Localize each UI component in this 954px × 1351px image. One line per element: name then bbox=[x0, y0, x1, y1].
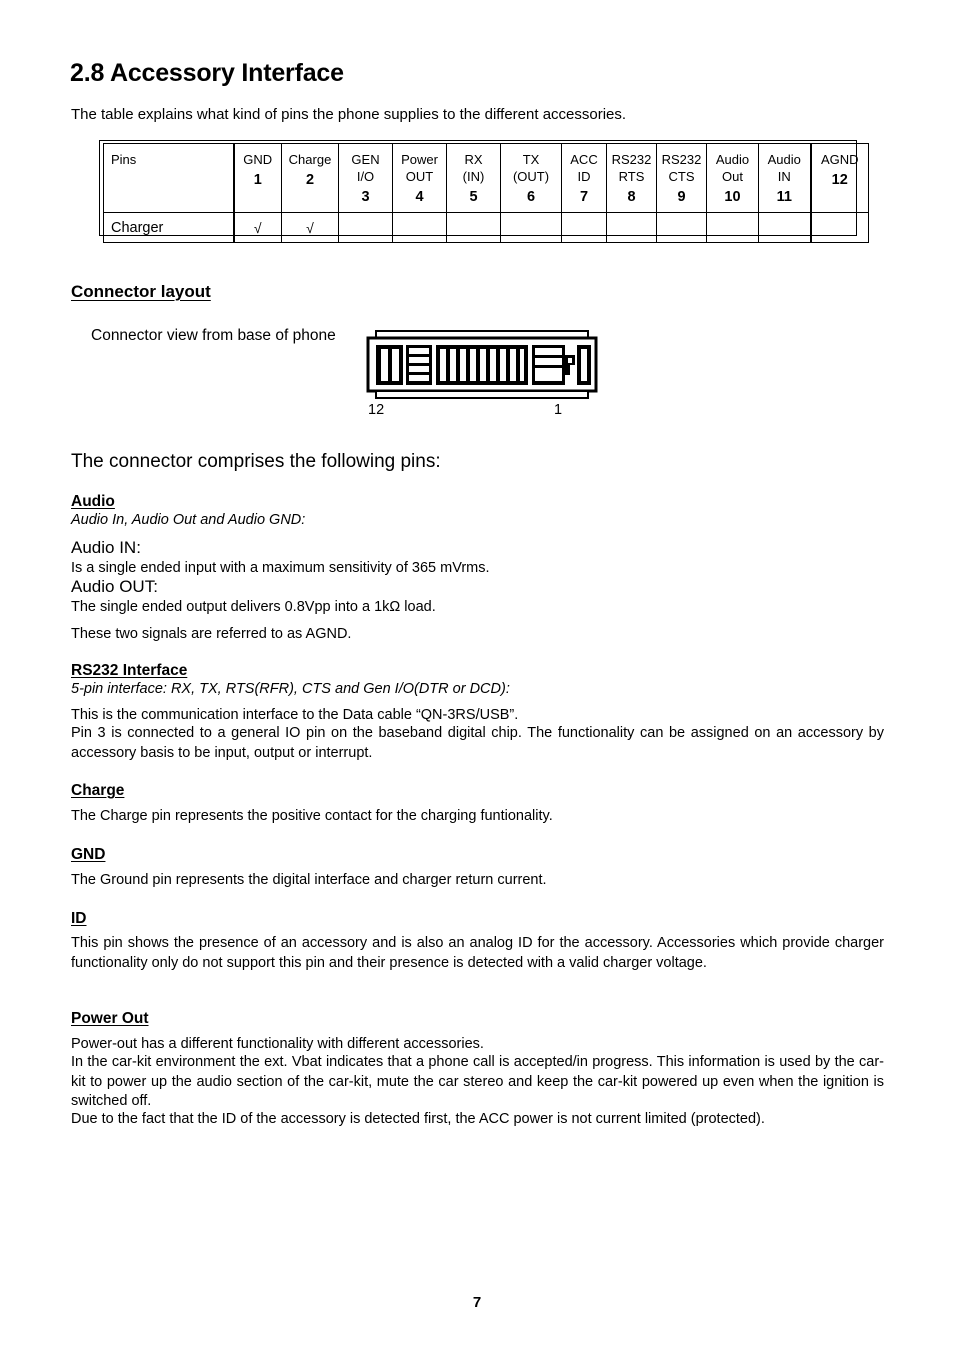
header-row-label: Pins bbox=[103, 143, 235, 213]
connector-view-caption: Connector view from base of phone bbox=[91, 327, 336, 344]
pin-name-line1: GEN bbox=[351, 152, 380, 167]
pin-number: 9 bbox=[677, 189, 686, 205]
rs232-heading: RS232 Interface bbox=[71, 662, 188, 679]
charger-cell-5 bbox=[446, 212, 501, 243]
pin-header-10: Audio Out 10 bbox=[706, 143, 759, 213]
power-out-paragraph-2: In the car-kit environment the ext. Vbat… bbox=[71, 1054, 884, 1109]
charger-cell-1: √ bbox=[233, 212, 282, 243]
pin-number: 10 bbox=[724, 189, 741, 205]
pin-number: 5 bbox=[469, 189, 478, 205]
pin-header-1: GND 1 bbox=[233, 143, 282, 213]
pin-name-line2: IN bbox=[777, 169, 791, 184]
pin-header-7: ACC ID 7 bbox=[561, 143, 607, 213]
page-title: 2.8 Accessory Interface bbox=[70, 59, 344, 87]
charger-cell-8 bbox=[606, 212, 657, 243]
pin-number: 12 bbox=[831, 172, 848, 188]
pin-name-line1: Power bbox=[401, 152, 438, 167]
audio-out-text: The single ended output delivers 0.8Vpp … bbox=[71, 599, 436, 615]
pin-header-11: Audio IN 11 bbox=[758, 143, 811, 213]
document-page: 2.8 Accessory Interface The table explai… bbox=[0, 0, 954, 1351]
charge-heading: Charge bbox=[71, 782, 125, 799]
pin-name-line2: CTS bbox=[668, 169, 695, 184]
connector-pin-1-label: 1 bbox=[554, 402, 563, 418]
gnd-heading: GND bbox=[71, 846, 106, 863]
pins-lead-text: The connector comprises the following pi… bbox=[71, 451, 441, 472]
table-row: Charger √ √ bbox=[103, 212, 869, 243]
rs232-paragraph-1: This is the communication interface to t… bbox=[71, 707, 519, 723]
charger-cell-7 bbox=[561, 212, 607, 243]
pin-header-4: Power OUT 4 bbox=[392, 143, 447, 213]
pin-name-line1: RX bbox=[464, 152, 483, 167]
pin-name-line2: Out bbox=[722, 169, 743, 184]
pin-name-line1: AGND bbox=[820, 152, 859, 167]
connector-illustration-icon bbox=[366, 330, 598, 399]
id-paragraph: This pin shows the presence of an access… bbox=[71, 935, 884, 971]
charger-cell-6 bbox=[500, 212, 562, 243]
pin-header-5: RX (IN) 5 bbox=[446, 143, 501, 213]
connector-layout-heading: Connector layout bbox=[71, 282, 211, 301]
pin-name-line1: RS232 bbox=[661, 152, 702, 167]
charger-cell-2: √ bbox=[281, 212, 339, 243]
charger-cell-3 bbox=[338, 212, 393, 243]
pin-name-line2: (IN) bbox=[462, 169, 485, 184]
pin-table: Pins GND 1 Charge 2 GEN I/O 3 Power OUT … bbox=[103, 143, 869, 243]
charger-cell-11 bbox=[758, 212, 811, 243]
charger-cell-12 bbox=[809, 212, 869, 243]
charge-paragraph: The Charge pin represents the positive c… bbox=[71, 808, 553, 824]
pin-number: 2 bbox=[305, 172, 315, 188]
connector-pin-12-label: 12 bbox=[368, 402, 385, 418]
pin-name-line1: GND bbox=[243, 152, 273, 167]
pin-number: 4 bbox=[415, 189, 424, 205]
pin-header-6: TX (OUT) 6 bbox=[500, 143, 562, 213]
audio-in-title: Audio IN: bbox=[71, 538, 141, 557]
intro-paragraph: The table explains what kind of pins the… bbox=[71, 106, 627, 123]
charger-cell-4 bbox=[392, 212, 447, 243]
audio-out-title: Audio OUT: bbox=[71, 577, 158, 596]
connector-diagram bbox=[362, 327, 602, 427]
pin-name-line2: I/O bbox=[356, 169, 375, 184]
pin-name-line1: TX bbox=[522, 152, 540, 167]
pin-name-line1: Audio bbox=[715, 152, 750, 167]
pin-header-12: AGND 12 bbox=[809, 143, 869, 213]
power-out-heading: Power Out bbox=[71, 1010, 149, 1027]
power-out-paragraph-1: Power-out has a different functionality … bbox=[71, 1036, 484, 1052]
gnd-paragraph: The Ground pin represents the digital in… bbox=[71, 872, 547, 888]
pin-name-line2: OUT bbox=[405, 169, 434, 184]
pin-number: 11 bbox=[776, 189, 792, 205]
id-heading: ID bbox=[71, 910, 87, 927]
pin-name-line1: Charge bbox=[288, 152, 332, 167]
pin-name-line1: ACC bbox=[570, 152, 598, 167]
pin-header-3: GEN I/O 3 bbox=[338, 143, 393, 213]
pin-number: 7 bbox=[579, 189, 589, 205]
power-out-paragraph-3: Due to the fact that the ID of the acces… bbox=[71, 1111, 765, 1127]
row-label-charger: Charger bbox=[103, 212, 235, 243]
table-header-row: Pins GND 1 Charge 2 GEN I/O 3 Power OUT … bbox=[103, 143, 869, 213]
pin-header-2: Charge 2 bbox=[281, 143, 339, 213]
charger-cell-9 bbox=[656, 212, 707, 243]
pin-name-line2: RTS bbox=[618, 169, 645, 184]
rs232-subtitle: 5-pin interface: RX, TX, RTS(RFR), CTS a… bbox=[71, 681, 510, 697]
audio-heading: Audio bbox=[71, 493, 115, 510]
page-number: 7 bbox=[472, 1294, 482, 1311]
pin-name-line1: Audio bbox=[767, 152, 801, 167]
pin-number: 6 bbox=[526, 189, 536, 205]
pin-header-9: RS232 CTS 9 bbox=[656, 143, 707, 213]
audio-note: These two signals are referred to as AGN… bbox=[71, 626, 352, 642]
accessory-pin-table: Pins GND 1 Charge 2 GEN I/O 3 Power OUT … bbox=[103, 143, 869, 243]
pin-name-line2: ID bbox=[577, 169, 591, 184]
pin-number: 3 bbox=[361, 189, 370, 205]
charger-cell-10 bbox=[706, 212, 759, 243]
audio-subtitle: Audio In, Audio Out and Audio GND: bbox=[71, 512, 306, 528]
pin-number: 8 bbox=[627, 189, 636, 205]
rs232-paragraph-2: Pin 3 is connected to a general IO pin o… bbox=[71, 725, 884, 761]
pin-header-8: RS232 RTS 8 bbox=[606, 143, 657, 213]
pin-number: 1 bbox=[253, 172, 262, 188]
pin-name-line1: RS232 bbox=[611, 152, 652, 167]
pin-name-line2: (OUT) bbox=[512, 169, 550, 184]
